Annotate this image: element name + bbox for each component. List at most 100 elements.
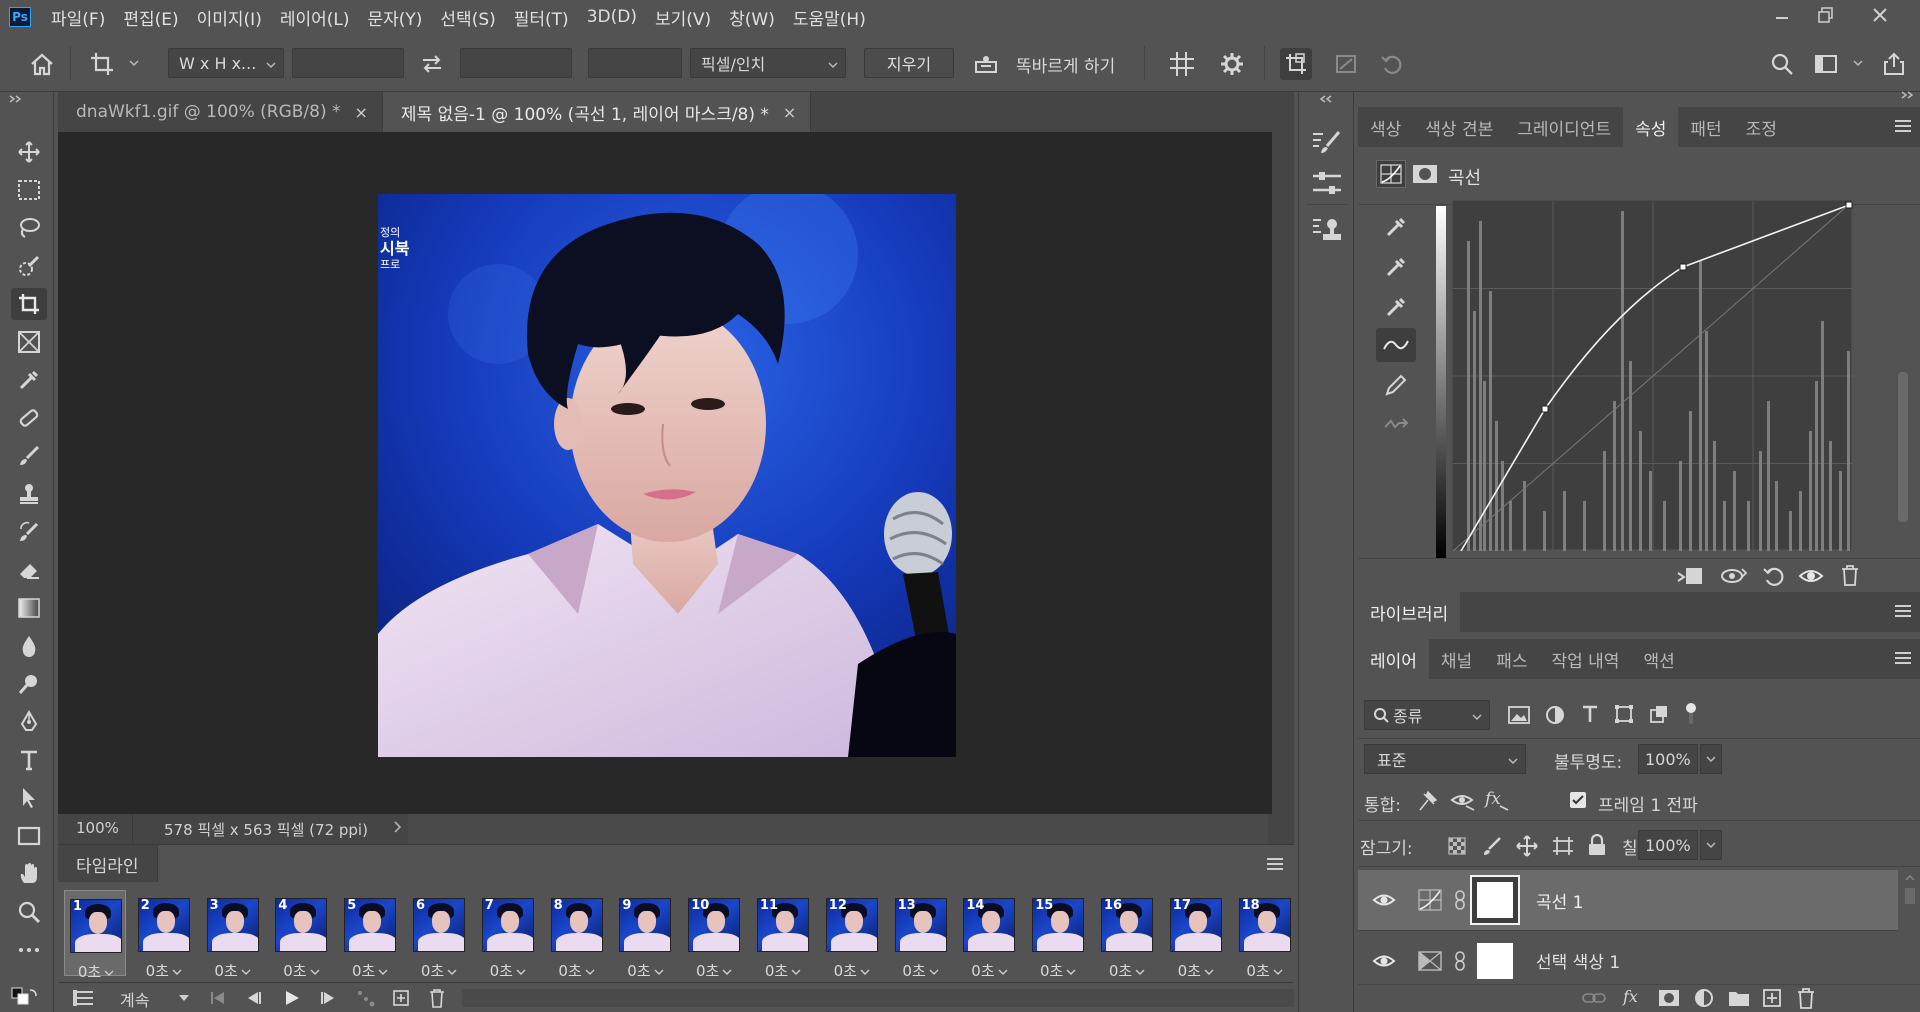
panel-menu-icon[interactable] bbox=[1894, 604, 1912, 618]
tab-channels[interactable]: 채널 bbox=[1429, 639, 1484, 679]
tab-patterns[interactable]: 패턴 bbox=[1678, 107, 1733, 147]
width-input[interactable] bbox=[292, 48, 404, 78]
unify-visibility-icon[interactable] bbox=[1450, 790, 1476, 812]
trash-icon[interactable] bbox=[428, 988, 446, 1008]
restore-button[interactable] bbox=[1804, 0, 1848, 30]
clone-stamp-tool-icon[interactable] bbox=[11, 478, 47, 510]
frame-delay-select[interactable]: 0초 bbox=[1234, 960, 1296, 981]
brush-settings-icon[interactable] bbox=[1311, 128, 1343, 156]
delete-layer-icon[interactable] bbox=[1796, 987, 1816, 1009]
canvas-image[interactable]: 정의 시북 프로 bbox=[378, 194, 956, 757]
type-tool-icon[interactable] bbox=[11, 744, 47, 776]
pencil-draw-icon[interactable] bbox=[1376, 368, 1416, 402]
frame-delay-select[interactable]: 0초 bbox=[1165, 960, 1227, 981]
height-input[interactable] bbox=[460, 48, 572, 78]
lock-all-icon[interactable] bbox=[1588, 834, 1606, 856]
filter-toggle-icon[interactable] bbox=[1684, 702, 1698, 726]
crop-tool-icon[interactable] bbox=[11, 288, 47, 320]
tab-gradients[interactable]: 그레이디언트 bbox=[1505, 107, 1623, 147]
straighten-label[interactable]: 똑바르게 하기 bbox=[1016, 52, 1115, 77]
layers-scrollbar[interactable] bbox=[1902, 872, 1918, 992]
layer-row-selective-color[interactable]: 선택 색상 1 bbox=[1358, 930, 1898, 990]
menu-type[interactable]: 문자(Y) bbox=[367, 5, 422, 30]
workspace-icon[interactable] bbox=[1810, 48, 1842, 80]
frame-delay-select[interactable]: 0초 bbox=[65, 961, 127, 982]
tween-icon[interactable] bbox=[356, 989, 376, 1007]
cancel-crop-icon[interactable] bbox=[1330, 48, 1362, 80]
frame-delay-select[interactable]: 0초 bbox=[1096, 960, 1158, 981]
healing-brush-tool-icon[interactable] bbox=[11, 402, 47, 434]
timeline-frame[interactable]: 9 0초 bbox=[614, 890, 676, 980]
collapse-panels-icon[interactable] bbox=[1900, 90, 1914, 100]
tab-libraries[interactable]: 라이브러리 bbox=[1358, 592, 1461, 632]
tab-paths[interactable]: 패스 bbox=[1484, 639, 1539, 679]
timeline-frame[interactable]: 18 0초 bbox=[1234, 890, 1296, 980]
hand-tool-icon[interactable] bbox=[11, 858, 47, 890]
link-layers-icon[interactable] bbox=[1582, 989, 1608, 1007]
trash-icon[interactable] bbox=[1840, 564, 1860, 586]
menu-filter[interactable]: 필터(T) bbox=[514, 5, 569, 30]
new-layer-icon[interactable] bbox=[1762, 988, 1782, 1008]
duplicate-frame-icon[interactable] bbox=[392, 989, 410, 1007]
frame-delay-select[interactable]: 0초 bbox=[408, 960, 470, 981]
crop-preset-icon[interactable] bbox=[86, 48, 118, 80]
timeline-tab[interactable]: 타임라인 bbox=[58, 845, 158, 883]
minimize-button[interactable] bbox=[1760, 0, 1804, 30]
document-tab-active[interactable]: 제목 없음-1 @ 100% (곡선 1, 레이어 마스크/8) * × bbox=[382, 92, 812, 132]
marquee-tool-icon[interactable] bbox=[11, 174, 47, 206]
menu-image[interactable]: 이미지(I) bbox=[197, 5, 262, 30]
layer-row-curves[interactable]: 곡선 1 bbox=[1358, 870, 1898, 930]
close-tab-icon[interactable]: × bbox=[355, 103, 368, 122]
layer-mask-icon[interactable] bbox=[1412, 164, 1438, 184]
curve-point-tool-icon[interactable] bbox=[1376, 328, 1416, 362]
layer-name[interactable]: 곡선 1 bbox=[1536, 888, 1584, 913]
properties-scrollbar[interactable] bbox=[1896, 222, 1910, 562]
timeline-frame[interactable]: 13 0초 bbox=[890, 890, 952, 980]
collapse-tools-icon[interactable] bbox=[8, 94, 22, 104]
menu-view[interactable]: 보기(V) bbox=[655, 5, 711, 30]
convert-to-video-icon[interactable] bbox=[72, 990, 94, 1006]
unify-position-icon[interactable] bbox=[1416, 790, 1440, 812]
menu-3d[interactable]: 3D(D) bbox=[587, 7, 637, 27]
unify-style-icon[interactable]: fx bbox=[1484, 788, 1510, 812]
close-window-button[interactable] bbox=[1858, 0, 1902, 30]
timeline-frame[interactable]: 7 0초 bbox=[477, 890, 539, 980]
frame-delay-select[interactable]: 0초 bbox=[958, 960, 1020, 981]
chain-link-icon[interactable] bbox=[1450, 889, 1470, 911]
clip-to-layer-icon[interactable] bbox=[1676, 565, 1704, 587]
menu-layer[interactable]: 레이어(L) bbox=[280, 5, 350, 30]
tab-adjustments[interactable]: 조정 bbox=[1734, 107, 1789, 147]
share-icon[interactable] bbox=[1878, 48, 1910, 80]
timeline-frame[interactable]: 11 0초 bbox=[752, 890, 814, 980]
search-icon[interactable] bbox=[1766, 48, 1798, 80]
more-tools-icon[interactable] bbox=[11, 934, 47, 966]
timeline-frame[interactable]: 14 0초 bbox=[958, 890, 1020, 980]
opacity-input[interactable]: 100% bbox=[1638, 744, 1698, 774]
frame-delay-select[interactable]: 0초 bbox=[1027, 960, 1089, 981]
tab-history[interactable]: 작업 내역 bbox=[1539, 639, 1631, 679]
ratio-select[interactable]: W x H x... bbox=[168, 48, 284, 78]
visibility-eye-icon[interactable] bbox=[1358, 952, 1410, 970]
frame-delay-select[interactable]: 0초 bbox=[752, 960, 814, 981]
smooth-curve-icon[interactable] bbox=[1376, 408, 1416, 442]
filter-type-icon[interactable] bbox=[1580, 704, 1600, 724]
blend-mode-select[interactable]: 표준 bbox=[1364, 744, 1526, 774]
brush-tool-icon[interactable] bbox=[11, 440, 47, 472]
menu-select[interactable]: 선택(S) bbox=[440, 5, 495, 30]
black-point-eyedropper-icon[interactable] bbox=[1376, 210, 1416, 244]
pen-tool-icon[interactable] bbox=[11, 706, 47, 738]
resolution-input[interactable] bbox=[588, 48, 682, 78]
zoom-tool-icon[interactable] bbox=[11, 896, 47, 928]
frame-tool-icon[interactable] bbox=[11, 326, 47, 358]
lock-artboard-icon[interactable] bbox=[1552, 836, 1574, 856]
lock-transparent-icon[interactable] bbox=[1448, 837, 1466, 855]
timeline-frame[interactable]: 5 0초 bbox=[339, 890, 401, 980]
propagate-frame-checkbox[interactable] bbox=[1570, 792, 1586, 808]
play-icon[interactable] bbox=[284, 990, 300, 1006]
default-colors-icon[interactable] bbox=[10, 986, 40, 1012]
eraser-tool-icon[interactable] bbox=[11, 554, 47, 586]
opacity-slider-toggle[interactable] bbox=[1700, 744, 1722, 774]
chevron-down-icon[interactable] bbox=[128, 58, 140, 68]
canvas-vertical-scrollbar[interactable] bbox=[1272, 132, 1294, 814]
tab-actions[interactable]: 액션 bbox=[1631, 639, 1686, 679]
